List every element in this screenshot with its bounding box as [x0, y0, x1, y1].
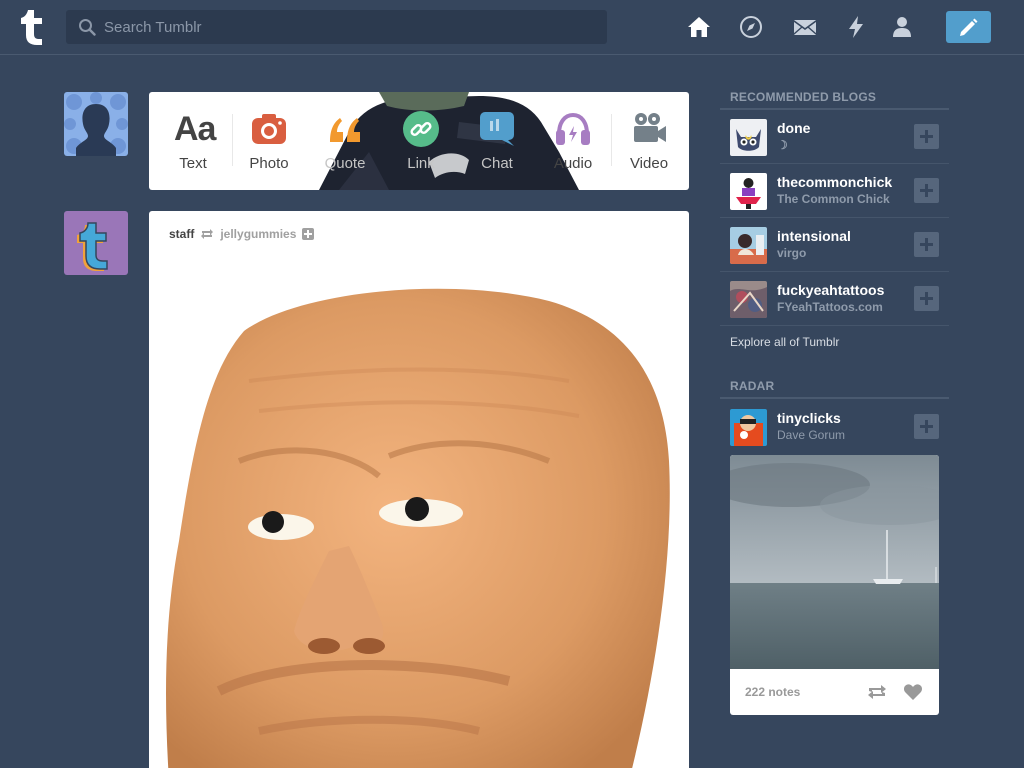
staff-avatar[interactable]	[64, 211, 128, 275]
reblogged-from-name[interactable]: jellygummies	[220, 227, 296, 241]
follow-button[interactable]	[914, 286, 939, 311]
video-camera-icon	[634, 113, 666, 142]
blog-name[interactable]: tinyclicks	[777, 410, 841, 426]
post-type-label: Chat	[481, 155, 513, 172]
blog-subtitle: virgo	[777, 246, 807, 260]
pencil-icon	[960, 18, 978, 36]
tumblr-logo-icon[interactable]	[18, 8, 48, 46]
camera-icon	[252, 114, 286, 144]
post-type-label: Photo	[249, 155, 289, 172]
compose-button[interactable]	[946, 11, 991, 43]
lightning-icon[interactable]	[843, 14, 869, 40]
radar-post-card[interactable]: 222 notes	[730, 455, 939, 715]
compass-icon[interactable]	[738, 14, 764, 40]
post-type-text[interactable]: Aa Text	[155, 92, 231, 190]
blog-avatar	[730, 281, 767, 318]
recommended-blog-item[interactable]: fuckyeahtattoos FYeahTattoos.com	[720, 272, 949, 326]
radar-title: RADAR	[730, 379, 775, 393]
post-type-quote[interactable]: Quote	[307, 92, 383, 190]
follow-button[interactable]	[914, 232, 939, 257]
blog-name[interactable]: thecommonchick	[777, 174, 892, 190]
blog-avatar	[730, 173, 767, 210]
reblog-icon[interactable]	[866, 683, 888, 701]
radar-blog-item[interactable]: tinyclicks Dave Gorum	[720, 400, 949, 454]
headphones-icon	[556, 112, 590, 145]
post-card: staff jellygummies	[149, 211, 689, 768]
follow-icon[interactable]	[302, 228, 315, 240]
blog-subtitle: The Common Chick	[777, 192, 890, 206]
post-type-label: Video	[629, 155, 669, 172]
blog-subtitle: Dave Gorum	[777, 428, 846, 442]
post-type-photo[interactable]: Photo	[231, 92, 307, 190]
blog-name[interactable]: done	[777, 120, 810, 136]
post-type-label: Text	[179, 155, 207, 172]
blog-subtitle: FYeahTattoos.com	[777, 300, 883, 314]
recommended-blogs-title: RECOMMENDED BLOGS	[730, 90, 877, 104]
blog-subtitle: ☽	[777, 138, 788, 152]
post-header: staff jellygummies	[169, 226, 315, 242]
post-type-label: Link	[407, 155, 435, 172]
follow-button[interactable]	[914, 414, 939, 439]
user-avatar[interactable]	[64, 92, 128, 156]
post-type-label: Audio	[553, 155, 593, 172]
radar-post-image	[730, 455, 939, 669]
post-type-label: Quote	[324, 155, 366, 172]
post-type-bar: Aa Text Photo Quote Link Chat Audio Vide…	[149, 92, 689, 190]
blog-avatar	[730, 119, 767, 156]
recommended-blog-item[interactable]: thecommonchick The Common Chick	[720, 164, 949, 218]
blog-avatar	[730, 227, 767, 264]
search-bar[interactable]	[66, 10, 607, 44]
text-icon: Aa	[174, 110, 216, 148]
post-type-link[interactable]: Link	[383, 92, 459, 190]
search-icon	[79, 19, 96, 36]
reblog-icon	[201, 229, 214, 239]
mail-icon[interactable]	[792, 14, 818, 40]
link-icon	[403, 111, 439, 147]
recommended-blog-item[interactable]: done ☽	[720, 110, 949, 164]
recommended-blog-item[interactable]: intensional virgo	[720, 218, 949, 272]
blog-avatar	[730, 409, 767, 446]
post-type-chat[interactable]: Chat	[459, 92, 535, 190]
search-input[interactable]	[104, 10, 594, 44]
blog-name[interactable]: fuckyeahtattoos	[777, 282, 884, 298]
top-navigation-bar	[0, 0, 1024, 55]
quote-icon	[330, 118, 360, 142]
post-type-audio[interactable]: Audio	[535, 92, 611, 190]
notes-count[interactable]: 222 notes	[745, 685, 800, 699]
post-image	[166, 288, 670, 768]
heart-icon[interactable]	[903, 683, 923, 701]
follow-button[interactable]	[914, 178, 939, 203]
explore-tumblr-link[interactable]: Explore all of Tumblr	[730, 335, 839, 349]
post-type-video[interactable]: Video	[611, 92, 687, 190]
follow-button[interactable]	[914, 124, 939, 149]
account-icon[interactable]	[889, 14, 915, 40]
chat-icon	[480, 112, 514, 146]
post-blog-name[interactable]: staff	[169, 227, 194, 241]
home-icon[interactable]	[686, 14, 712, 40]
blog-name[interactable]: intensional	[777, 228, 851, 244]
